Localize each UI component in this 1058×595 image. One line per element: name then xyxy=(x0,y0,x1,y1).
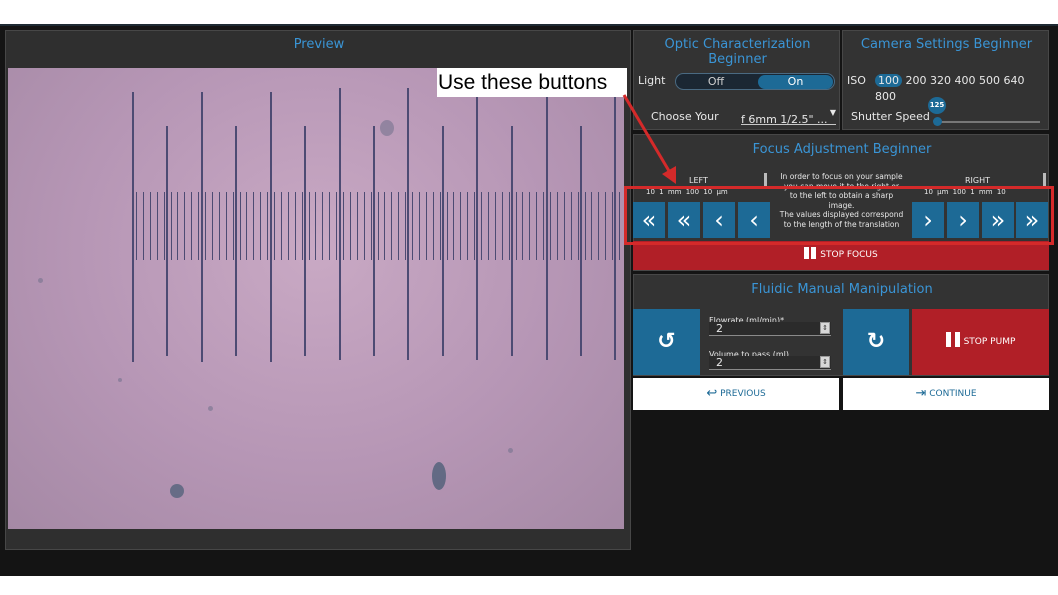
annotation-arrow-icon xyxy=(622,94,676,184)
annotation-highlight-box xyxy=(624,186,1054,245)
